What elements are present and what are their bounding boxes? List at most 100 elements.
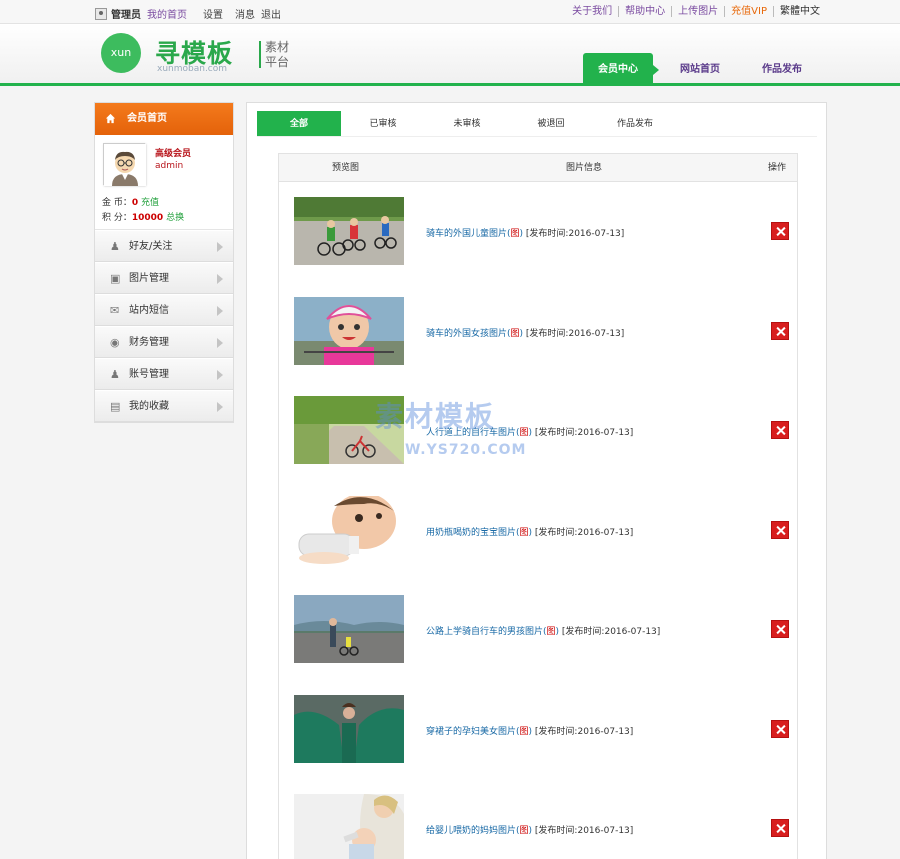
delete-button[interactable] xyxy=(771,520,789,539)
tab-rejected[interactable]: 被退回 xyxy=(509,111,593,136)
image-info: 骑车的外国女孩图片(图) [发布时间:2016-07-13] xyxy=(426,328,625,339)
image-info: 公路上学骑自行车的男孩图片(图) [发布时间:2016-07-13] xyxy=(426,627,661,637)
image-title-link[interactable]: 公路上学骑自行车的男孩图片 xyxy=(426,627,543,637)
sidebar-item-account[interactable]: ♟ 账号管理 xyxy=(95,358,233,390)
logo-divider xyxy=(259,41,261,68)
preview-thumbnail[interactable] xyxy=(294,495,404,564)
column-info: 图片信息 xyxy=(566,163,603,173)
photo-boy-road-bike xyxy=(294,595,404,663)
watermark-logo: 素材模板 xyxy=(375,400,496,433)
messages-link[interactable]: 消息 xyxy=(235,6,255,21)
image-info: 骑车的外国儿童图片(图) [发布时间:2016-07-13] xyxy=(426,229,625,239)
sidebar-item-label: 好友/关注 xyxy=(129,241,173,252)
sidebar-item-friends[interactable]: ♟ 好友/关注 xyxy=(95,230,233,262)
my-home-link[interactable]: 我的首页 xyxy=(147,6,187,21)
chevron-right-icon xyxy=(217,370,223,380)
coin-balance: 金 币：0 充值 xyxy=(102,195,159,208)
mail-icon: ✉ xyxy=(110,304,120,317)
member-level: 高级会员 xyxy=(155,149,192,159)
delete-button[interactable] xyxy=(771,222,789,240)
photo-kids-bikes xyxy=(294,197,404,265)
preview-thumbnail[interactable] xyxy=(294,197,404,265)
photo-mother-baby xyxy=(294,794,404,859)
nav-member-center[interactable]: 会员中心 xyxy=(583,53,659,86)
user-settings-icon: ♟ xyxy=(110,368,120,381)
sidebar-item-finance[interactable]: ◉ 财务管理 xyxy=(95,326,233,358)
image-title-link[interactable]: 给婴儿喂奶的妈妈图片 xyxy=(426,826,516,836)
image-tag: 图 xyxy=(519,428,529,438)
image-title-link[interactable]: 骑车的外国儿童图片 xyxy=(426,229,507,239)
preview-thumbnail[interactable] xyxy=(294,595,404,663)
logo-badge[interactable]: xun xyxy=(101,33,141,73)
delete-button[interactable] xyxy=(771,620,789,638)
tab-all[interactable]: 全部 xyxy=(257,111,341,136)
sidebar-header[interactable]: 会员首页 xyxy=(95,103,233,135)
chevron-right-icon xyxy=(217,242,223,252)
image-icon: ▣ xyxy=(110,272,121,285)
image-title-link[interactable]: 骑车的外国女孩图片 xyxy=(426,329,507,339)
vip-link[interactable]: 充值VIP xyxy=(724,6,773,17)
image-tag: 图 xyxy=(519,826,529,836)
image-info: 给婴儿喂奶的妈妈图片(图) [发布时间:2016-07-13] xyxy=(426,826,634,836)
sidebar-item-messages[interactable]: ✉ 站内短信 xyxy=(95,294,233,326)
top-bar: 管理员 我的首页 设置 消息 退出 关于我们 帮助中心 上传图片 充值VIP 繁… xyxy=(0,0,900,24)
points-label: 积 分： xyxy=(102,213,132,223)
tab-publish[interactable]: 作品发布 xyxy=(593,111,677,136)
moneybag-icon: ◉ xyxy=(110,336,120,349)
image-table: 预览图 图片信息 操作 骑车的外国儿童图片(图) [发布时间:2016-07-1… xyxy=(278,153,798,859)
delete-button[interactable] xyxy=(771,719,789,738)
member-profile: 高级会员 admin 金 币：0 充值 积 分：10000 总换 xyxy=(95,135,233,230)
image-title-link[interactable]: 穿裙子的孕妇美女图片 xyxy=(426,727,516,737)
site-header: xun 寻模板 xunmoban.com 素材 平台 会员中心 网站首页 作品发… xyxy=(0,24,900,86)
username-link[interactable]: 管理员 xyxy=(111,6,141,21)
language-link[interactable]: 繁體中文 xyxy=(773,6,826,17)
table-row: 骑车的外国儿童图片(图) [发布时间:2016-07-13] xyxy=(279,182,797,282)
recharge-link[interactable]: 充值 xyxy=(141,198,159,208)
about-link[interactable]: 关于我们 xyxy=(566,6,618,17)
column-action: 操作 xyxy=(768,163,787,173)
tagline-line-1: 素材 xyxy=(265,40,290,54)
image-info: 用奶瓶喝奶的宝宝图片(图) [发布时间:2016-07-13] xyxy=(426,527,634,538)
image-tag: 图 xyxy=(510,328,520,339)
column-preview: 预览图 xyxy=(332,163,360,173)
chevron-right-icon xyxy=(217,402,223,412)
exchange-link[interactable]: 总换 xyxy=(166,213,184,223)
upload-link[interactable]: 上传图片 xyxy=(671,6,724,17)
delete-button[interactable] xyxy=(771,819,789,837)
delete-button[interactable] xyxy=(771,321,789,340)
image-tag: 图 xyxy=(510,229,520,239)
preview-thumbnail[interactable] xyxy=(294,694,404,763)
chevron-right-icon xyxy=(217,274,223,284)
folder-icon: ▤ xyxy=(110,400,121,413)
publish-time: [发布时间:2016-07-13] xyxy=(525,229,625,239)
help-link[interactable]: 帮助中心 xyxy=(618,6,671,17)
coin-label: 金 币： xyxy=(102,198,132,208)
publish-time: [发布时间:2016-07-13] xyxy=(534,428,634,438)
nav-publish[interactable]: 作品发布 xyxy=(747,53,817,86)
table-row: 人行道上的自行车图片(图) [发布时间:2016-07-13] xyxy=(279,381,797,481)
member-avatar[interactable] xyxy=(103,143,146,186)
chevron-right-icon xyxy=(217,306,223,316)
settings-link[interactable]: 设置 xyxy=(203,6,223,21)
preview-thumbnail[interactable] xyxy=(294,794,404,859)
photo-girl-bike xyxy=(294,296,404,365)
delete-button[interactable] xyxy=(771,421,789,439)
table-row: 公路上学骑自行车的男孩图片(图) [发布时间:2016-07-13] xyxy=(279,580,797,680)
tab-approved[interactable]: 已审核 xyxy=(341,111,425,136)
logout-link[interactable]: 退出 xyxy=(261,6,281,21)
tab-pending[interactable]: 未审核 xyxy=(425,111,509,136)
sidebar: 会员首页 高级会员 admin 金 币：0 充值 积 分：10000 总换 ♟ … xyxy=(94,102,234,423)
table-row: 给婴儿喂奶的妈妈图片(图) [发布时间:2016-07-13] xyxy=(279,779,797,859)
watermark-url: W.YS720.COM xyxy=(405,442,527,458)
nav-site-home[interactable]: 网站首页 xyxy=(665,53,735,86)
user-avatar-icon xyxy=(95,7,107,20)
sidebar-title: 会员首页 xyxy=(127,113,167,124)
tagline-line-2: 平台 xyxy=(265,55,290,69)
preview-thumbnail[interactable] xyxy=(294,296,404,365)
sidebar-item-images[interactable]: ▣ 图片管理 xyxy=(95,262,233,294)
sidebar-item-favorites[interactable]: ▤ 我的收藏 xyxy=(95,390,233,422)
logo-tagline: 素材 平台 xyxy=(265,40,289,70)
points-balance: 积 分：10000 总换 xyxy=(102,210,184,223)
image-title-link[interactable]: 用奶瓶喝奶的宝宝图片 xyxy=(426,528,516,538)
home-icon xyxy=(105,113,116,124)
